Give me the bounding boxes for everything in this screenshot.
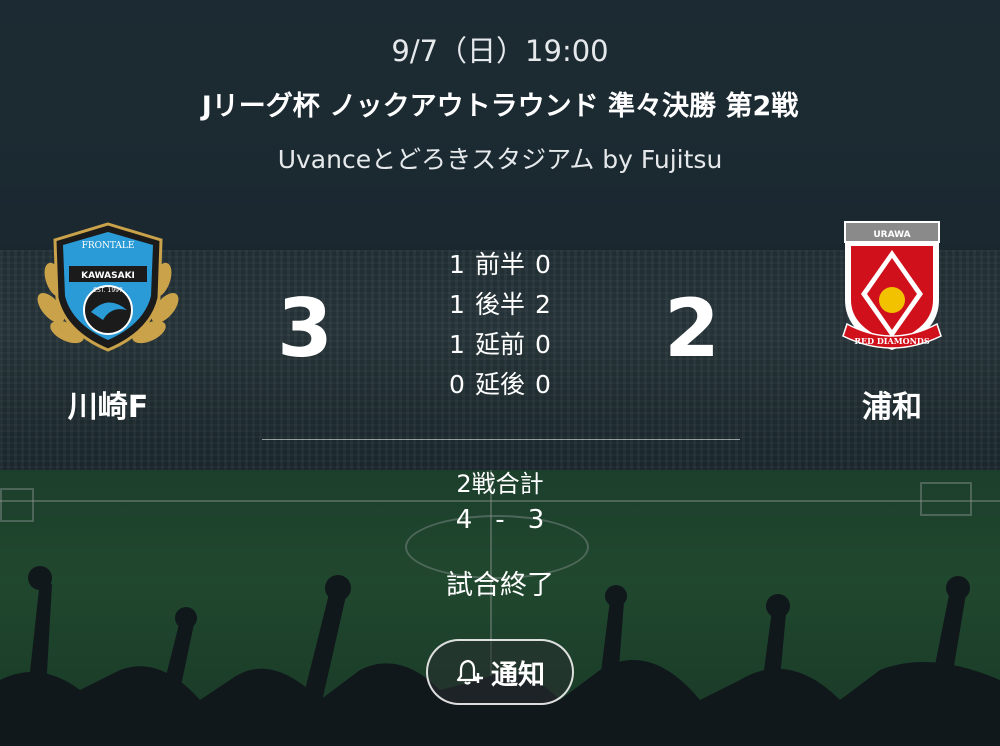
away-team[interactable]: URAWA RED DIAMONDS 浦和	[817, 220, 967, 426]
home-team[interactable]: FRONTALE KAWASAKI EST. 1997 川崎F	[33, 220, 183, 426]
match-status: 試合終了	[446, 570, 554, 601]
period-label: 延前	[474, 330, 525, 359]
period-away-score: 0	[535, 330, 551, 359]
away-team-crest: URAWA RED DIAMONDS	[842, 221, 942, 350]
period-row-first-half: 1 前半 0	[400, 248, 600, 288]
period-away-score: 0	[535, 250, 551, 279]
period-home-score: 1	[449, 290, 465, 319]
home-team-crest: FRONTALE KAWASAKI EST. 1997	[37, 222, 179, 352]
match-date-time: 9/7（日）19:00	[391, 34, 609, 68]
away-team-name: 浦和	[862, 390, 922, 425]
home-team-name: 川崎F	[67, 390, 149, 425]
home-crest-text-top: FRONTALE	[82, 241, 135, 251]
away-crest-text-bottom: RED DIAMONDS	[854, 336, 929, 346]
period-away-score: 0	[535, 370, 551, 399]
aggregate-away-score: 3	[527, 505, 545, 535]
period-home-score: 0	[449, 370, 465, 399]
period-away-score: 2	[535, 290, 551, 319]
bell-plus-icon	[456, 659, 483, 685]
period-label: 延後	[474, 370, 525, 399]
away-crest-text-top: URAWA	[873, 230, 910, 240]
notify-button[interactable]: 通知	[426, 639, 574, 705]
aggregate-label: 2戦合計	[456, 470, 544, 498]
away-score: 2	[664, 282, 720, 375]
period-home-score: 1	[449, 330, 465, 359]
aggregate-separator: -	[495, 505, 505, 535]
section-divider	[262, 439, 740, 440]
home-score: 3	[277, 282, 333, 375]
aggregate-home-score: 4	[455, 505, 473, 535]
period-row-second-half: 1 後半 2	[400, 288, 600, 328]
period-label: 後半	[474, 290, 525, 319]
venue-name: Uvanceとどろきスタジアム by Fujitsu	[277, 145, 723, 174]
home-crest-text-middle: KAWASAKI	[81, 271, 135, 281]
aggregate-score: 4 - 3	[400, 505, 600, 535]
competition-title: Jリーグ杯 ノックアウトラウンド 準々決勝 第2戦	[201, 91, 799, 122]
period-home-score: 1	[449, 250, 465, 279]
home-crest-text-est: EST. 1997	[93, 287, 123, 294]
period-row-extra-first: 1 延前 0	[400, 328, 600, 368]
period-label: 前半	[474, 250, 525, 279]
period-row-extra-second: 0 延後 0	[400, 368, 600, 408]
notify-button-label: 通知	[491, 659, 545, 691]
period-scores: 1 前半 0 1 後半 2 1 延前 0 0 延後 0	[400, 248, 600, 408]
